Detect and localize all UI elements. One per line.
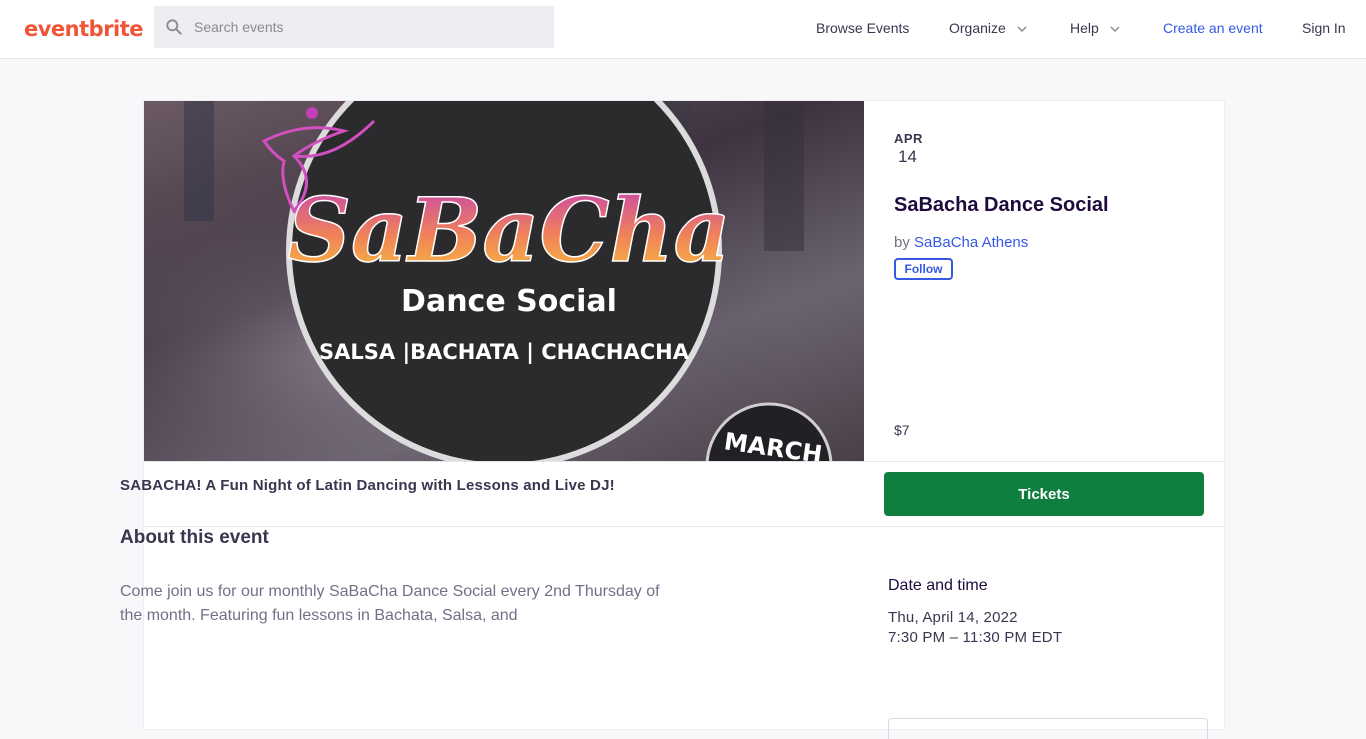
tickets-button[interactable]: Tickets — [884, 472, 1204, 516]
search-icon — [166, 19, 182, 35]
top-navigation-bar: eventbrite Browse Events Organize Help C… — [0, 0, 1366, 59]
eventbrite-logo[interactable]: eventbrite — [24, 17, 144, 41]
event-title: SaBacha Dance Social — [894, 194, 1109, 216]
nav-organize-dropdown[interactable]: Organize — [949, 20, 1028, 36]
organizer-line: by SaBaCha Athens — [894, 234, 1028, 251]
event-date-day: 14 — [898, 147, 917, 166]
nav-help-dropdown[interactable]: Help — [1070, 20, 1121, 36]
event-time-text: 7:30 PM – 11:30 PM EDT — [888, 629, 1063, 646]
event-date-text: Thu, April 14, 2022 — [888, 609, 1018, 626]
about-text: Come join us for our monthly SaBaCha Dan… — [120, 583, 660, 624]
nav-sign-in[interactable]: Sign In — [1302, 20, 1346, 36]
event-summary: SABACHA! A Fun Night of Latin Dancing wi… — [120, 477, 615, 494]
location-box — [888, 718, 1208, 739]
chevron-down-icon — [1110, 26, 1120, 33]
nav-organize-label: Organize — [949, 20, 1006, 36]
search-input[interactable] — [194, 6, 534, 48]
nav-help-label: Help — [1070, 20, 1099, 36]
event-info-panel: APR 14 SaBacha Dance Social by SaBaCha A… — [864, 101, 1224, 461]
event-card: SaBaCha Dance Social SALSA |BACHATA | CH… — [143, 100, 1225, 730]
event-date-month: APR — [894, 131, 923, 146]
date-time-heading: Date and time — [888, 577, 988, 594]
hero-brand-text: SaBaCha — [287, 178, 730, 282]
by-prefix: by — [894, 234, 910, 251]
nav-browse-events[interactable]: Browse Events — [816, 20, 909, 36]
event-hero-image: SaBaCha Dance Social SALSA |BACHATA | CH… — [144, 101, 864, 461]
hero-artwork: SaBaCha Dance Social SALSA |BACHATA | CH… — [144, 101, 864, 461]
follow-button[interactable]: Follow — [894, 258, 953, 280]
search-bar[interactable] — [154, 6, 554, 48]
nav-create-event[interactable]: Create an event — [1163, 20, 1263, 36]
hero-subtitle-text: Dance Social — [401, 284, 617, 319]
event-price: $7 — [894, 422, 910, 438]
ticket-bar: Tickets — [144, 461, 1224, 527]
chevron-down-icon — [1017, 26, 1027, 33]
about-heading: About this event — [120, 527, 269, 548]
organizer-link[interactable]: SaBaCha Athens — [914, 234, 1028, 251]
hero-styles-text: SALSA |BACHATA | CHACHACHA — [319, 340, 690, 365]
